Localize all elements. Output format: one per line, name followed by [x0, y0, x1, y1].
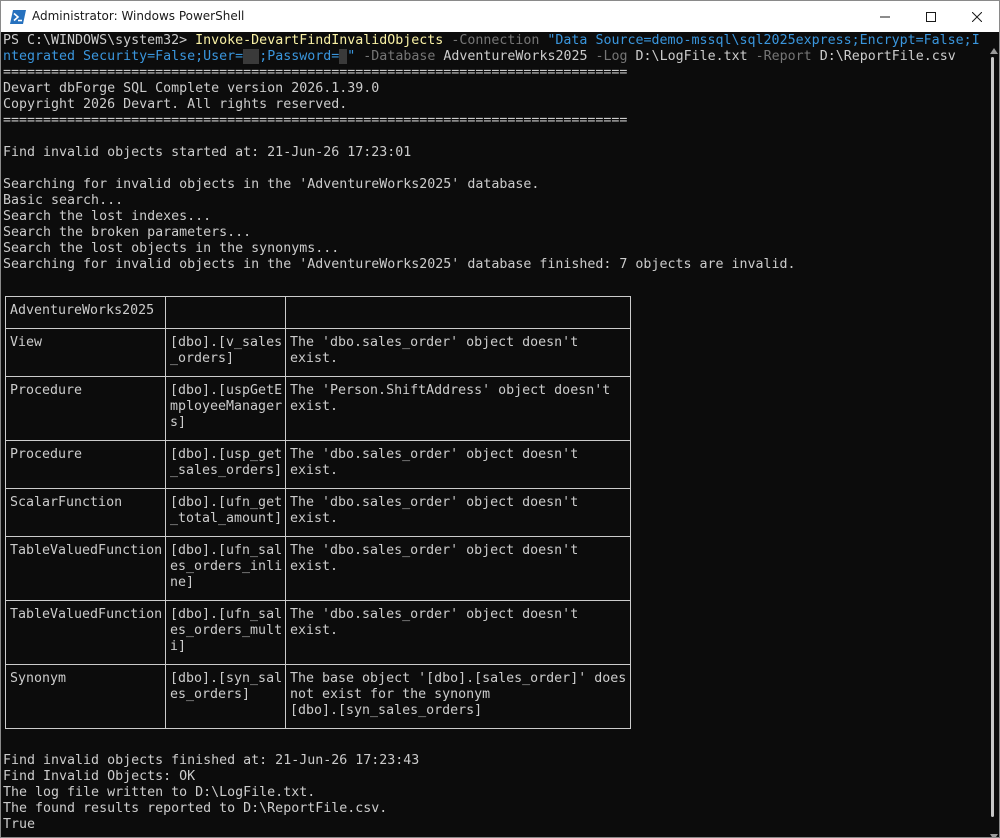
maximize-icon — [926, 7, 936, 26]
object-name-cell: [dbo].[ufn_get _total_amount] — [165, 488, 286, 537]
object-name-cell: [dbo].[ufn_sal es_orders_mult i] — [165, 600, 286, 665]
maximize-button[interactable] — [908, 1, 954, 32]
output-after: Find invalid objects finished at: 21-Jun… — [3, 753, 420, 832]
object-name-cell: [dbo].[uspGetE mployeeManager s] — [165, 376, 286, 441]
powershell-icon — [10, 9, 26, 24]
object-type-cell: Procedure — [5, 376, 166, 441]
object-type-cell: Synonym — [5, 664, 166, 729]
report-param: -Report — [755, 49, 812, 64]
scroll-up-icon[interactable] — [990, 39, 998, 58]
connection-value-3: ;Password= — [259, 49, 340, 64]
message-cell: The 'dbo.sales_order' object doesn't exi… — [285, 328, 631, 377]
database-value: AdventureWorks2025 — [443, 49, 588, 64]
connection-value-1: "Data Source=demo-mssql\sql2025express;E… — [547, 33, 980, 48]
close-icon — [971, 7, 983, 26]
title-bar[interactable]: Administrator: Windows PowerShell — [1, 1, 999, 32]
console-output: PS C:\WINDOWS\system32> Invoke-DevartFin… — [3, 33, 980, 273]
object-type-cell: TableValuedFunction — [5, 536, 166, 601]
object-type-cell: ScalarFunction — [5, 488, 166, 537]
masked-user — [243, 49, 260, 64]
connection-value-4: " — [347, 49, 356, 64]
connection-param: -Connection — [451, 33, 540, 48]
log-param: -Log — [595, 49, 628, 64]
scrollbar-thumb[interactable] — [991, 57, 994, 817]
message-cell: The 'dbo.sales_order' object doesn't exi… — [285, 488, 631, 537]
close-button[interactable] — [954, 1, 999, 32]
console-area[interactable]: PS C:\WINDOWS\system32> Invoke-DevartFin… — [1, 32, 989, 837]
message-cell: The 'dbo.sales_order' object doesn't exi… — [285, 536, 631, 601]
results-table: AdventureWorks2025 View [dbo].[v_sales _… — [5, 296, 631, 729]
table-header-database: AdventureWorks2025 — [5, 296, 166, 329]
table-row: Procedure [dbo].[usp_get _sales_orders] … — [5, 440, 631, 489]
connection-value-2: ntegrated Security=False;User= — [3, 49, 244, 64]
database-param: -Database — [363, 49, 436, 64]
object-type-cell: TableValuedFunction — [5, 600, 166, 665]
object-type-cell: View — [5, 328, 166, 377]
message-cell: The 'dbo.sales_order' object doesn't exi… — [285, 600, 631, 665]
log-value: D:\LogFile.txt — [635, 49, 748, 64]
prompt: PS C:\WINDOWS\system32> — [3, 33, 196, 48]
object-name-cell: [dbo].[v_sales _orders] — [165, 328, 286, 377]
table-header-empty — [285, 296, 631, 329]
table-row: TableValuedFunction [dbo].[ufn_sal es_or… — [5, 600, 631, 665]
table-row: Procedure [dbo].[uspGetE mployeeManager … — [5, 376, 631, 441]
minimize-icon — [880, 7, 890, 26]
table-header-empty — [165, 296, 286, 329]
output-before: ========================================… — [3, 65, 796, 272]
table-row: ScalarFunction [dbo].[ufn_get _total_amo… — [5, 488, 631, 537]
message-cell: The 'dbo.sales_order' object doesn't exi… — [285, 440, 631, 489]
object-name-cell: [dbo].[syn_sal es_orders] — [165, 664, 286, 729]
message-cell: The 'Person.ShiftAddress' object doesn't… — [285, 376, 631, 441]
powershell-window: Administrator: Windows PowerShell PS C:\… — [0, 0, 1000, 838]
window-title: Administrator: Windows PowerShell — [32, 9, 245, 23]
report-value: D:\ReportFile.csv — [819, 49, 956, 64]
table-row: View [dbo].[v_sales _orders] The 'dbo.sa… — [5, 328, 631, 377]
table-header-row: AdventureWorks2025 — [5, 296, 631, 329]
minimize-button[interactable] — [862, 1, 908, 32]
scroll-down-icon[interactable] — [990, 825, 998, 837]
message-cell: The base object '[dbo].[sales_order]' do… — [285, 664, 631, 729]
object-name-cell: [dbo].[ufn_sal es_orders_inli ne] — [165, 536, 286, 601]
object-name-cell: [dbo].[usp_get _sales_orders] — [165, 440, 286, 489]
cmdlet-name: Invoke-DevartFindInvalidObjects — [195, 33, 444, 48]
table-row: Synonym [dbo].[syn_sal es_orders] The ba… — [5, 664, 631, 729]
table-row: TableValuedFunction [dbo].[ufn_sal es_or… — [5, 536, 631, 601]
object-type-cell: Procedure — [5, 440, 166, 489]
